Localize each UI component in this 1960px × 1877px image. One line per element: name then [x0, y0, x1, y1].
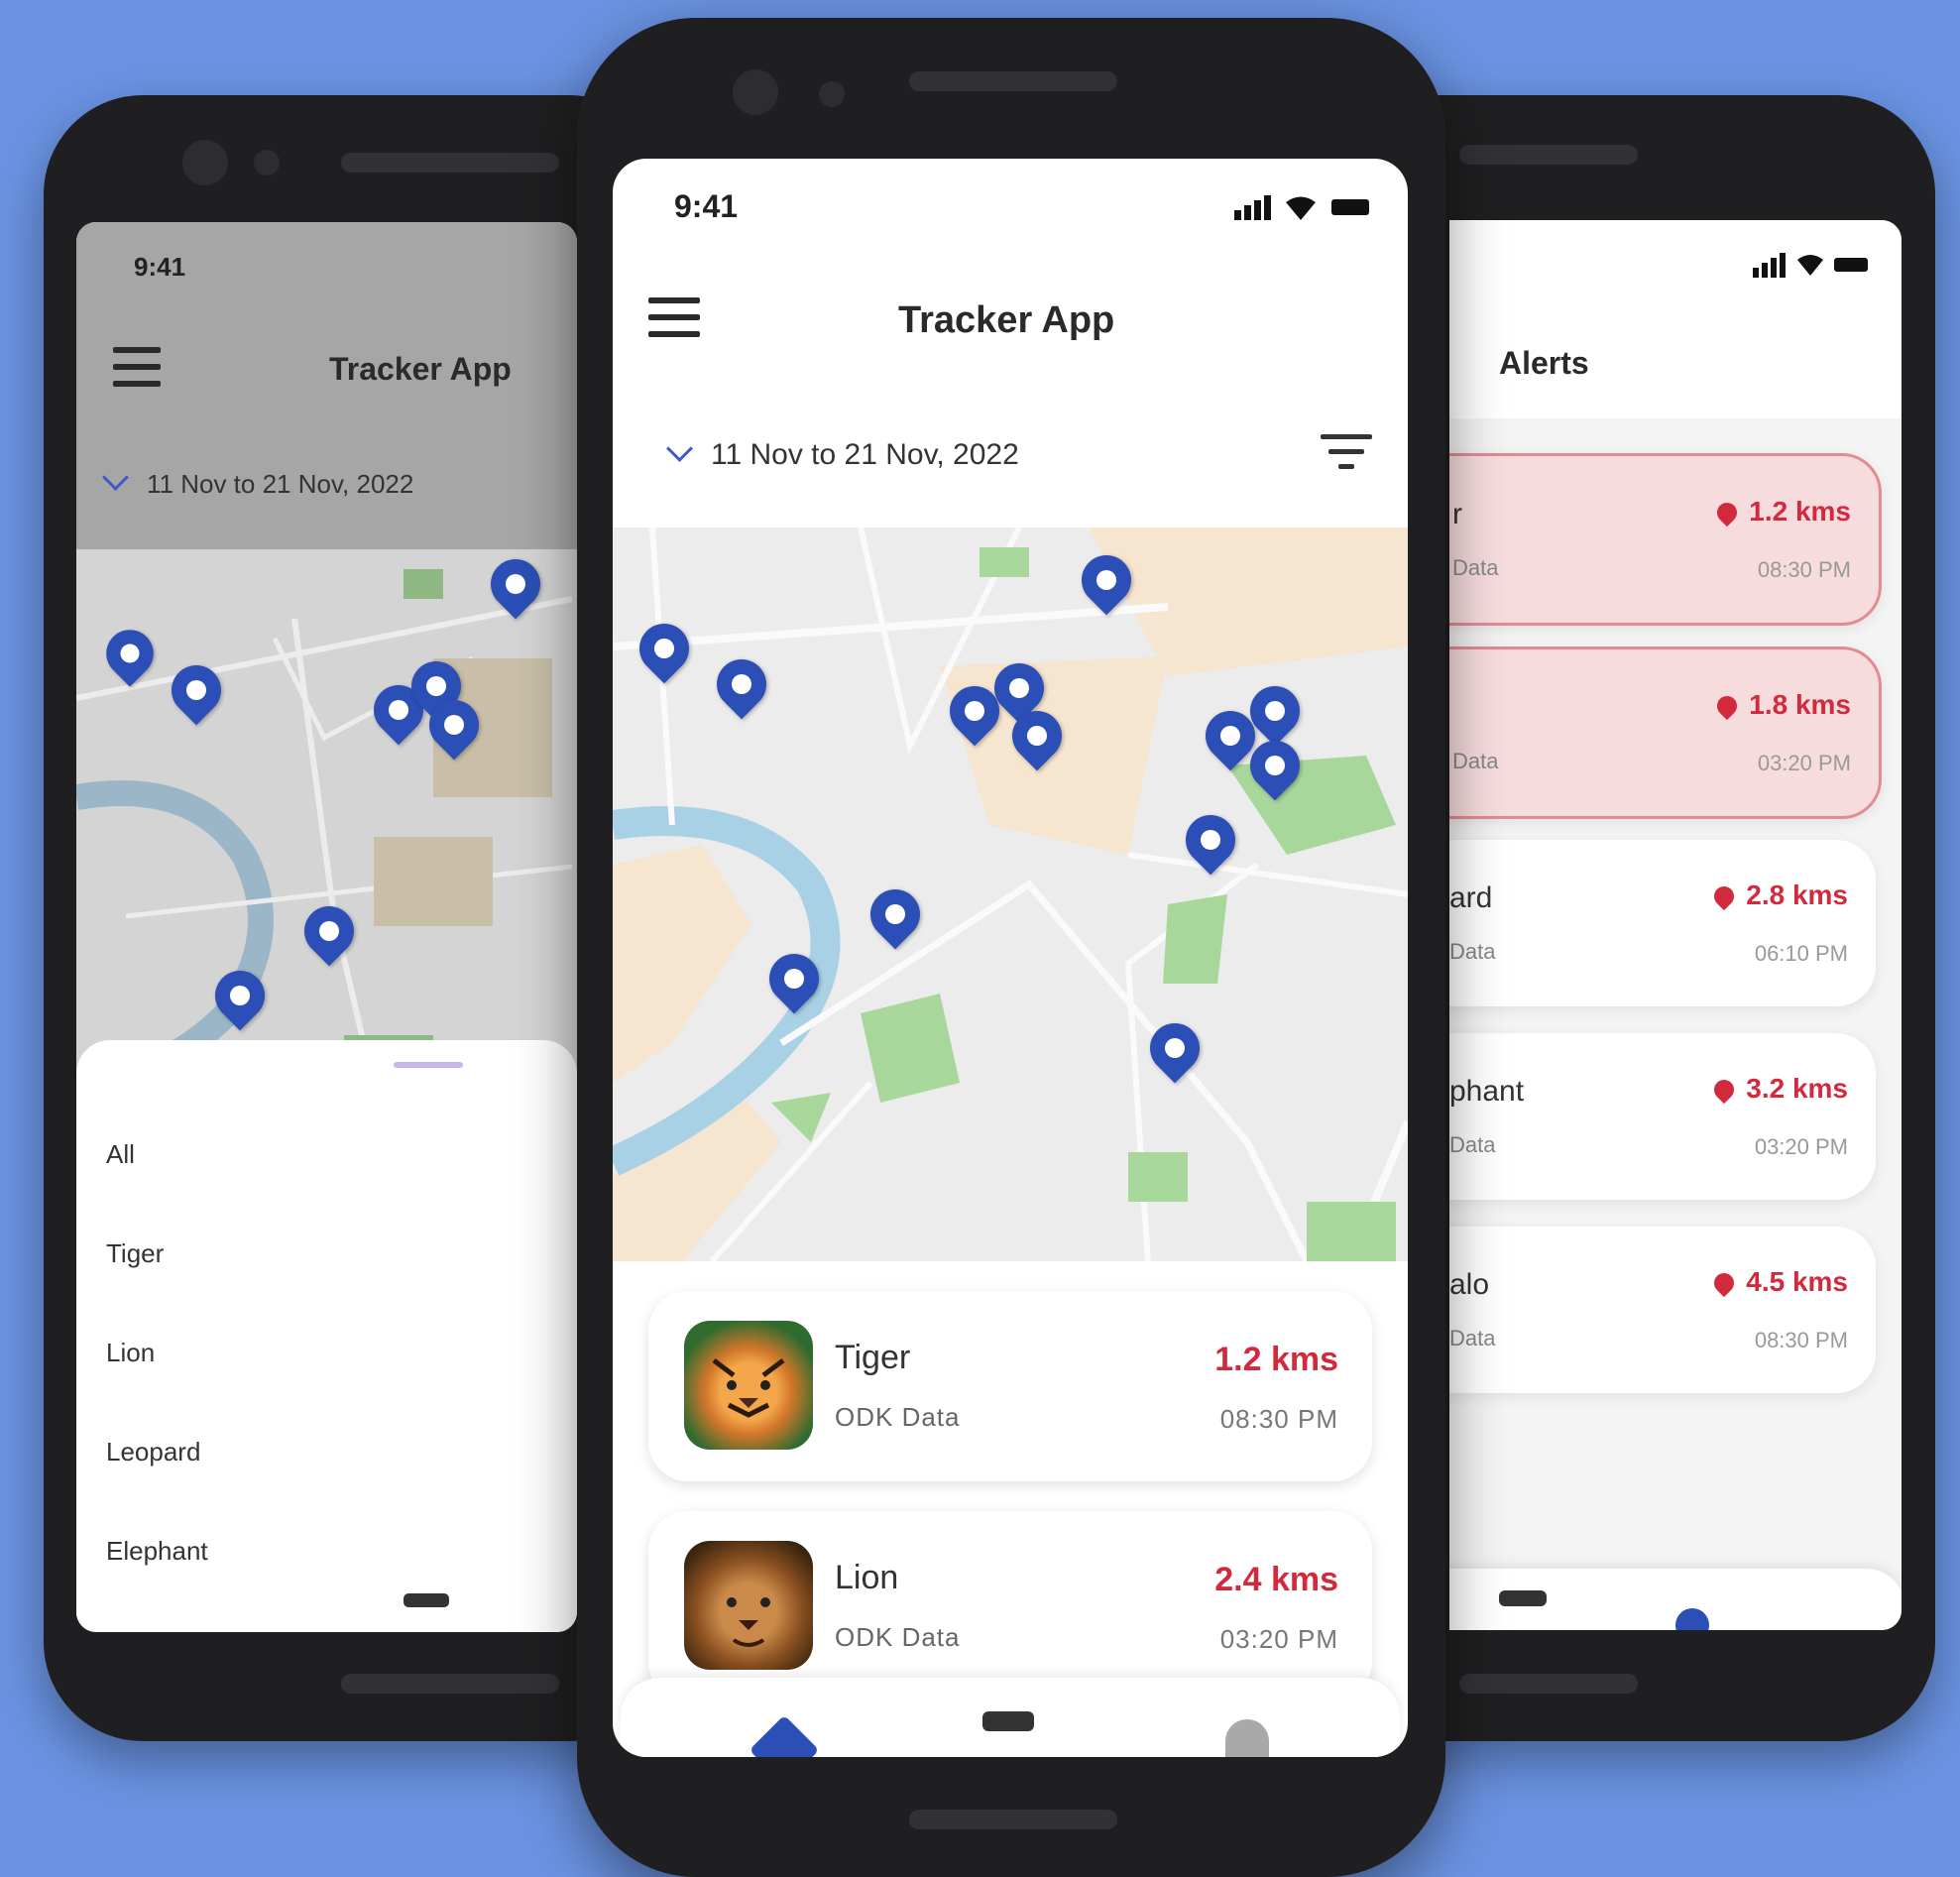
- alert-source: Data: [1449, 1326, 1496, 1350]
- camera-icon: [182, 140, 228, 185]
- alert-card[interactable]: Data 1.8 kms 03:20 PM: [1449, 646, 1882, 819]
- alert-source: Data: [1452, 749, 1499, 773]
- alert-animal-name: phant: [1449, 1075, 1525, 1108]
- date-range-text: 11 Nov to 21 Nov, 2022: [711, 438, 1019, 471]
- filter-option-elephant[interactable]: Elephant: [106, 1536, 208, 1567]
- date-range-selector[interactable]: 11 Nov to 21 Nov, 2022: [666, 435, 1019, 472]
- alert-distance: 1.2 kms: [1717, 496, 1851, 528]
- alert-card[interactable]: phant Data 3.2 kms 03:20 PM: [1449, 1033, 1876, 1200]
- speaker-grill: [909, 71, 1117, 91]
- distance: 1.2 kms: [1214, 1341, 1338, 1378]
- camera-icon: [733, 69, 778, 115]
- app-title: Tracker App: [329, 351, 512, 387]
- tracker-device-icon[interactable]: [1499, 1590, 1547, 1606]
- data-source: ODK Data: [835, 1622, 961, 1652]
- bottom-nav: [1449, 1569, 1902, 1630]
- tracking-card-tiger[interactable]: Tiger ODK Data 1.2 kms 08:30 PM: [648, 1291, 1372, 1481]
- lion-thumbnail: [684, 1541, 813, 1670]
- bottom-speaker-grill: [341, 1674, 559, 1694]
- tracking-card-lion[interactable]: Lion ODK Data 2.4 kms 03:20 PM: [648, 1511, 1372, 1701]
- alert-card[interactable]: alo Data 4.5 kms 08:30 PM: [1449, 1227, 1876, 1393]
- bottom-speaker-grill: [909, 1810, 1117, 1829]
- alert-distance: 4.5 kms: [1714, 1266, 1848, 1298]
- timestamp: 03:20 PM: [1219, 1624, 1338, 1654]
- sensor-icon: [819, 81, 845, 107]
- status-icons: [1234, 192, 1378, 227]
- tiger-thumbnail: [684, 1321, 813, 1450]
- alerts-title: Alerts: [1499, 345, 1589, 381]
- alert-card[interactable]: ard Data 2.8 kms 06:10 PM: [1449, 840, 1876, 1006]
- tracker-device-icon[interactable]: [982, 1711, 1034, 1731]
- data-source: ODK Data: [835, 1402, 961, 1432]
- bottom-nav: [621, 1678, 1400, 1757]
- distance: 2.4 kms: [1214, 1561, 1338, 1598]
- chevron-down-icon: [102, 464, 129, 491]
- filter-icon[interactable]: [1321, 434, 1372, 469]
- alerts-screen: Alerts r Data 1.2 kms 08:30 PM Data 1.8 …: [1449, 220, 1902, 1630]
- alert-animal-name: ard: [1449, 881, 1493, 914]
- alert-time: 03:20 PM: [1754, 1134, 1848, 1159]
- alert-time: 08:30 PM: [1754, 1328, 1848, 1352]
- alert-time: 08:30 PM: [1757, 557, 1851, 582]
- speaker-grill: [1459, 145, 1638, 165]
- bell-icon[interactable]: [1675, 1608, 1709, 1630]
- alert-distance: 3.2 kms: [1714, 1073, 1848, 1105]
- filter-option-tiger[interactable]: Tiger: [106, 1238, 164, 1269]
- alert-source: Data: [1452, 555, 1499, 580]
- filter-bottom-sheet: All Tiger Lion Leopard Elephant: [76, 1040, 577, 1632]
- alert-time: 06:10 PM: [1754, 941, 1848, 966]
- hamburger-menu-icon[interactable]: [648, 297, 700, 337]
- alert-distance: 1.8 kms: [1717, 689, 1851, 721]
- alert-source: Data: [1449, 1132, 1496, 1157]
- alert-source: Data: [1449, 939, 1496, 964]
- alert-distance: 2.8 kms: [1714, 880, 1848, 911]
- status-time: 9:41: [134, 252, 186, 282]
- alert-animal-name: alo: [1449, 1268, 1490, 1301]
- home-indicator: [404, 1593, 449, 1607]
- map-view[interactable]: [613, 528, 1408, 1261]
- filter-option-all[interactable]: All: [106, 1139, 135, 1170]
- sensor-icon: [254, 150, 280, 176]
- animal-name: Tiger: [835, 1339, 911, 1376]
- hamburger-menu-icon[interactable]: [113, 347, 161, 387]
- alert-card[interactable]: r Data 1.2 kms 08:30 PM: [1449, 453, 1882, 626]
- left-screen: 9:41 Tracker App 11 Nov to 21 Nov, 2022 …: [76, 222, 577, 1632]
- alert-animal-name: r: [1452, 498, 1462, 530]
- filter-option-leopard[interactable]: Leopard: [106, 1437, 200, 1467]
- status-time: 9:41: [674, 188, 739, 224]
- app-title: Tracker App: [898, 299, 1115, 341]
- date-range-selector[interactable]: 11 Nov to 21 Nov, 2022: [102, 464, 414, 500]
- status-icons: [1753, 250, 1872, 285]
- sheet-handle[interactable]: [394, 1062, 463, 1068]
- timestamp: 08:30 PM: [1219, 1404, 1338, 1434]
- tracker-screen: 9:41 Tracker App 11 Nov to 21 Nov, 2022: [613, 159, 1408, 1757]
- date-range-text: 11 Nov to 21 Nov, 2022: [147, 469, 414, 499]
- alert-time: 03:20 PM: [1757, 751, 1851, 775]
- filter-option-lion[interactable]: Lion: [106, 1338, 155, 1368]
- animal-name: Lion: [835, 1559, 899, 1596]
- speaker-grill: [341, 153, 559, 173]
- bottom-speaker-grill: [1459, 1674, 1638, 1694]
- home-icon[interactable]: [749, 1714, 820, 1757]
- bell-icon[interactable]: [1225, 1719, 1269, 1757]
- chevron-down-icon: [666, 435, 693, 462]
